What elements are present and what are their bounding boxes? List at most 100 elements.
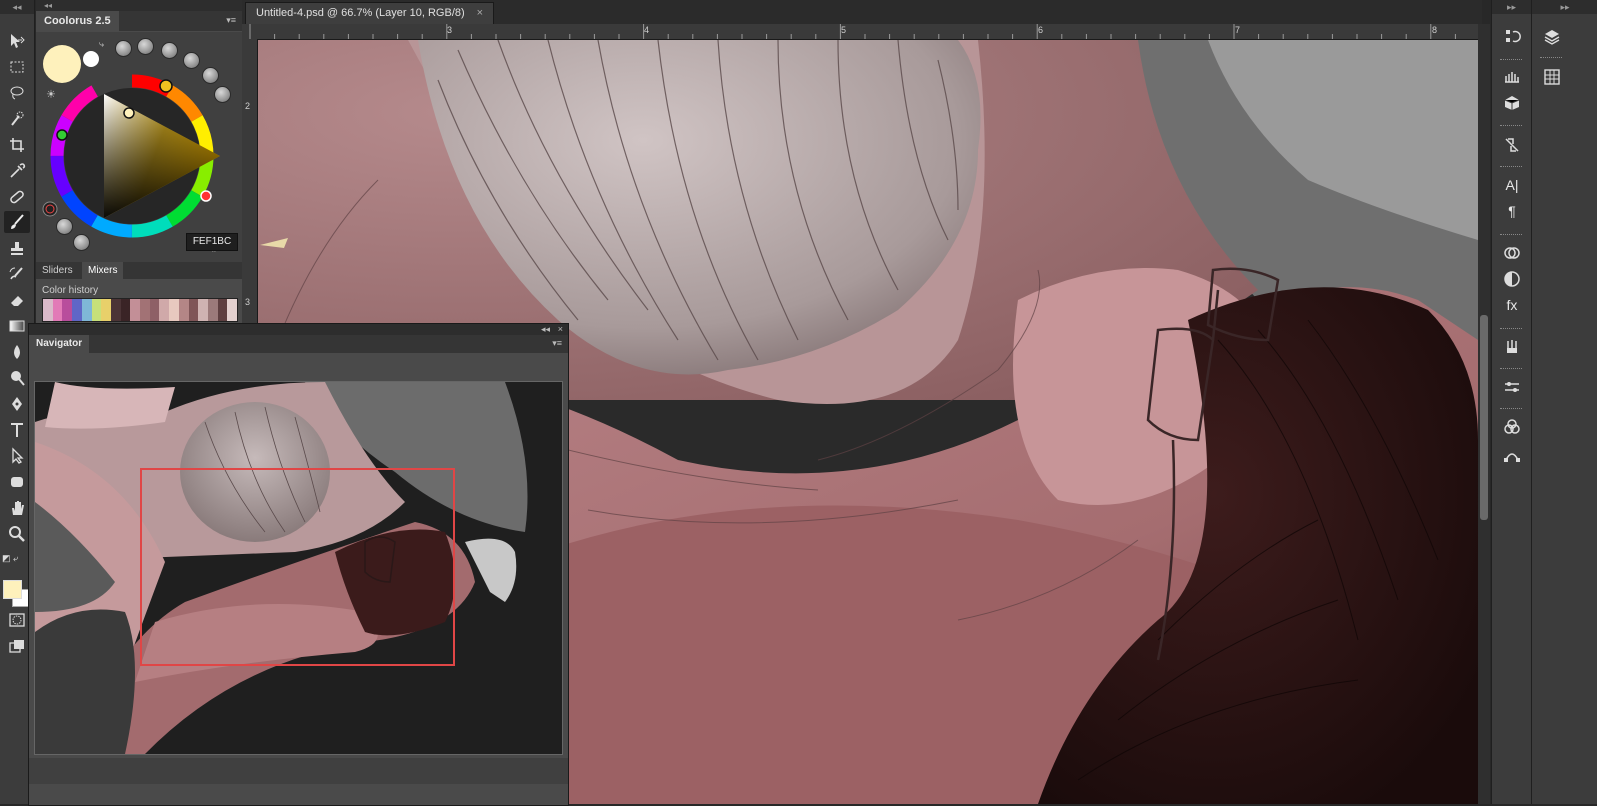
dodge-tool-icon[interactable] (4, 367, 30, 389)
color-history-swatch[interactable] (52, 299, 63, 321)
quick-mask-icon[interactable] (4, 609, 30, 631)
hand-tool-icon[interactable] (4, 497, 30, 519)
color-history-swatch[interactable] (198, 299, 208, 321)
properties-icon[interactable] (1501, 376, 1523, 398)
color-history-swatch[interactable] (91, 299, 102, 321)
zoom-tool-icon[interactable] (4, 523, 30, 545)
foreground-color-swatch[interactable] (3, 580, 22, 599)
3d-icon[interactable] (1501, 92, 1523, 114)
color-history-swatch[interactable] (43, 299, 53, 321)
navigator-thumbnail[interactable] (34, 381, 563, 755)
color-history-swatch[interactable] (227, 299, 238, 321)
color-history-swatch[interactable] (72, 299, 82, 321)
tools-collapse-handle[interactable]: ◂◂ (0, 0, 34, 14)
path-selection-tool-icon[interactable] (4, 445, 30, 467)
navigator-collapse-icon[interactable]: ◂◂ (541, 324, 550, 335)
color-wheel-area: ⤷ ☀ (36, 32, 242, 262)
coolorus-collapse-handle[interactable]: ◂◂ (36, 0, 242, 11)
right-dock-layers: ▸▸ (1531, 0, 1597, 804)
brush-presets-icon[interactable] (1501, 336, 1523, 358)
color-history-swatch[interactable] (178, 299, 189, 321)
tab-sliders[interactable]: Sliders (36, 262, 79, 279)
dock-collapse-handle[interactable]: ▸▸ (1492, 0, 1531, 14)
color-history-swatch[interactable] (159, 299, 170, 321)
ruler-label: 2 (245, 101, 251, 111)
hex-input[interactable]: FEF1BC (186, 233, 238, 251)
libraries-icon[interactable] (1501, 242, 1523, 264)
panel-menu-icon[interactable]: ▾≡ (226, 15, 236, 26)
color-history-swatch[interactable] (140, 299, 150, 321)
pen-tool-icon[interactable] (4, 393, 30, 415)
color-history-label: Color history (42, 285, 99, 296)
swatches-icon[interactable] (1541, 66, 1563, 88)
paths-icon[interactable] (1501, 444, 1523, 466)
history-brush-tool-icon[interactable] (4, 263, 30, 285)
navigator-tab[interactable]: Navigator (29, 335, 90, 353)
clone-stamp-tool-icon[interactable] (4, 237, 30, 259)
gradient-tool-icon[interactable] (4, 315, 30, 337)
history-icon[interactable] (1501, 25, 1523, 47)
panel-menu-icon[interactable]: ▾≡ (552, 338, 562, 349)
marquee-tool-icon[interactable] (4, 56, 30, 78)
color-history-swatch[interactable] (130, 299, 141, 321)
paragraph-icon[interactable]: ¶ (1501, 200, 1523, 222)
shape-tool-icon[interactable] (4, 471, 30, 493)
color-history-swatch[interactable] (207, 299, 218, 321)
default-colors-icon[interactable]: ◩ ⤶ (2, 553, 18, 564)
color-history-swatch[interactable] (101, 299, 111, 321)
color-history-strip[interactable] (42, 298, 238, 322)
eraser-tool-icon[interactable] (4, 289, 30, 311)
tab-mixers[interactable]: Mixers (82, 262, 124, 279)
type-tool-icon[interactable] (4, 419, 30, 441)
vertical-scrollbar[interactable] (1478, 24, 1490, 804)
actions-icon[interactable] (1501, 66, 1523, 88)
dock2-collapse-handle[interactable]: ▸▸ (1532, 0, 1597, 14)
ruler-label: 5 (841, 25, 847, 35)
move-tool-icon[interactable] (4, 30, 30, 52)
styles-icon[interactable]: fx (1501, 294, 1523, 316)
character-icon[interactable]: A| (1501, 174, 1523, 196)
knob-7[interactable] (56, 218, 73, 235)
eyedropper-tool-icon[interactable] (4, 160, 30, 182)
knob-6[interactable] (214, 86, 231, 103)
brush-tool-icon[interactable] (4, 211, 30, 233)
knob-4[interactable] (183, 52, 200, 69)
knob-2[interactable] (137, 38, 154, 55)
quick-selection-tool-icon[interactable] (4, 108, 30, 130)
color-history-swatch[interactable] (62, 299, 73, 321)
document-tab-title: Untitled-4.psd @ 66.7% (Layer 10, RGB/8) (256, 7, 465, 19)
color-history-swatch[interactable] (217, 299, 228, 321)
horizontal-ruler[interactable]: 3 4 5 6 7 8 (242, 24, 1482, 40)
close-tab-icon[interactable]: × (477, 7, 483, 19)
vertical-scroll-thumb[interactable] (1480, 315, 1488, 520)
dock-separator (1500, 166, 1522, 169)
lasso-tool-icon[interactable] (4, 82, 30, 104)
knob-1[interactable] (115, 40, 132, 57)
ruler-label: 3 (447, 25, 453, 35)
navigator-close-icon[interactable]: × (558, 324, 563, 335)
channels-icon[interactable] (1501, 416, 1523, 438)
dock-separator (1500, 234, 1522, 237)
navigator-view-frame[interactable] (140, 468, 455, 666)
color-history-swatch[interactable] (169, 299, 179, 321)
color-history-swatch[interactable] (81, 299, 92, 321)
crop-tool-icon[interactable] (4, 134, 30, 156)
knob-3[interactable] (161, 42, 178, 59)
navigator-panel: ◂◂ × Navigator ▾≡ (28, 323, 569, 806)
color-history-swatch[interactable] (188, 299, 199, 321)
color-history-swatch[interactable] (120, 299, 131, 321)
blur-tool-icon[interactable] (4, 341, 30, 363)
coolorus-tab[interactable]: Coolorus 2.5 (36, 11, 119, 31)
color-history-swatch[interactable] (149, 299, 160, 321)
color-history-swatch[interactable] (110, 299, 121, 321)
knob-5[interactable] (202, 67, 219, 84)
adjustments-icon[interactable] (1501, 268, 1523, 290)
healing-brush-tool-icon[interactable] (4, 186, 30, 208)
screen-mode-icon[interactable] (4, 635, 30, 657)
navigator-titlebar[interactable]: ◂◂ × (29, 324, 568, 335)
svg-text:⤷: ⤷ (99, 40, 105, 50)
knob-8[interactable] (73, 234, 90, 251)
layers-icon[interactable] (1541, 26, 1563, 48)
clone-source-icon[interactable] (1501, 134, 1523, 156)
document-tab[interactable]: Untitled-4.psd @ 66.7% (Layer 10, RGB/8)… (245, 2, 495, 24)
